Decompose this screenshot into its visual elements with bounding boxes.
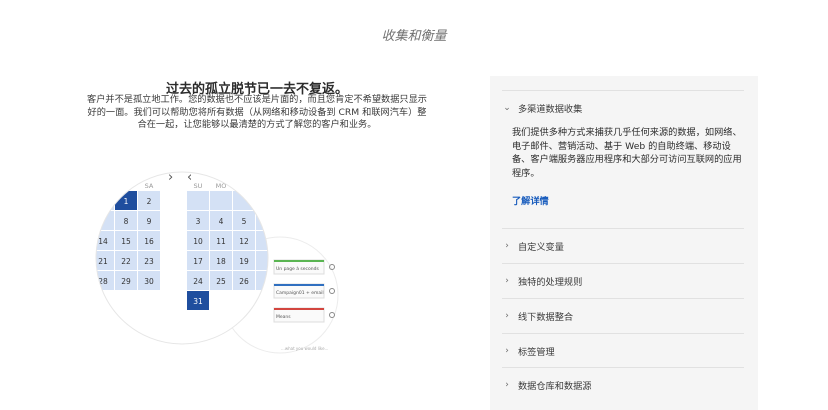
calendar-day: 25 bbox=[216, 277, 226, 286]
accordion-item[interactable]: › 独特的处理规则 bbox=[502, 263, 744, 298]
weekday-label: FR bbox=[122, 182, 131, 190]
calendar-day: 16 bbox=[144, 237, 154, 246]
calendar-day: 22 bbox=[121, 257, 131, 266]
feature-accordion: ⌄ 多渠道数据收集 我们提供多种方式来捕获几乎任何来源的数据，如网络、电子邮件、… bbox=[490, 76, 758, 410]
activity-card-accent bbox=[274, 284, 324, 286]
calendar-day: 4 bbox=[219, 217, 224, 226]
calendar-day: 8 bbox=[124, 217, 129, 226]
card-footer-hint: ...what you would like... bbox=[281, 346, 328, 351]
calendar-day: 21 bbox=[98, 257, 108, 266]
chevron-right-icon: › bbox=[505, 346, 509, 356]
section-eyebrow: 收集和衡量 bbox=[381, 29, 447, 44]
calendar-day: 11 bbox=[216, 237, 226, 246]
accordion-item-label: 数据仓库和数据源 bbox=[518, 381, 592, 392]
learn-more-link[interactable]: 了解详情 bbox=[512, 193, 549, 207]
left-body: 客户并不是孤立地工作。您的数据也不应该是片面的，而且您肯定不希望数据只显示好的一… bbox=[87, 94, 427, 130]
accordion-item-label: 多渠道数据收集 bbox=[518, 104, 583, 115]
accordion-item[interactable]: › 线下数据整合 bbox=[502, 298, 744, 333]
calendar-day: 31 bbox=[193, 297, 203, 306]
accordion-item[interactable]: › 数据仓库和数据源 bbox=[502, 367, 744, 402]
calendar-day: 23 bbox=[144, 257, 154, 266]
weekday-label: SU bbox=[194, 182, 203, 190]
calendar-day: 30 bbox=[144, 277, 154, 286]
activity-card-accent bbox=[274, 308, 324, 310]
calendar-cell bbox=[256, 191, 268, 210]
calendar-day: 18 bbox=[216, 257, 226, 266]
accordion-item[interactable]: › 标签管理 bbox=[502, 333, 744, 368]
accordion-item-label: 标签管理 bbox=[518, 347, 555, 358]
activity-card-text: Campaign01 + email bbox=[276, 290, 324, 296]
calendar-day: 24 bbox=[193, 277, 203, 286]
accordion-item-label: 自定义变量 bbox=[518, 242, 564, 253]
calendar-day: 5 bbox=[242, 217, 247, 226]
calendar-prev-arrow[interactable]: ‹ bbox=[187, 170, 192, 185]
accordion-description: 我们提供多种方式来捕获几乎任何来源的数据，如网络、电子邮件、营销活动、基于 We… bbox=[512, 127, 742, 179]
calendar-day: 15 bbox=[121, 237, 131, 246]
calendar-day: 17 bbox=[193, 257, 203, 266]
accordion-item[interactable]: › 自定义变量 bbox=[502, 228, 744, 263]
chevron-down-icon: ⌄ bbox=[503, 103, 511, 113]
activity-card-text: Un page à seconds bbox=[276, 265, 319, 272]
calendar-day: 1 bbox=[124, 197, 129, 206]
calendar-day: 19 bbox=[239, 257, 249, 266]
accordion-item-label: 线下数据整合 bbox=[518, 312, 574, 323]
chevron-right-icon: › bbox=[505, 241, 509, 251]
calendar-cell bbox=[96, 191, 114, 210]
chevron-right-icon: › bbox=[505, 276, 509, 286]
calendar-day: 29 bbox=[121, 277, 131, 286]
calendar-day: 14 bbox=[98, 237, 108, 246]
calendar-day: 26 bbox=[239, 277, 249, 286]
activity-card-text: Means bbox=[276, 314, 291, 320]
calendar-cell bbox=[96, 211, 114, 230]
activity-card-accent bbox=[274, 260, 324, 262]
weekday-label: SA bbox=[145, 182, 154, 190]
chevron-right-icon: › bbox=[505, 380, 509, 390]
accordion-item-label: 独特的处理规则 bbox=[518, 277, 583, 288]
calendar-day: 12 bbox=[239, 237, 249, 246]
weekday-label: TU bbox=[239, 182, 249, 190]
calendar-day: 10 bbox=[193, 237, 203, 246]
calendar-cell bbox=[210, 191, 232, 210]
calendar-day: 2 bbox=[147, 197, 152, 206]
calendar-illustration: Un page à seconds Campaign01 + email Means… bbox=[95, 170, 339, 354]
chevron-right-icon: › bbox=[505, 311, 509, 321]
weekday-label: TH bbox=[98, 182, 108, 190]
accordion-item-open[interactable]: ⌄ 多渠道数据收集 bbox=[502, 90, 744, 125]
calendar-next-arrow[interactable]: › bbox=[168, 170, 173, 185]
calendar-cell bbox=[187, 191, 209, 210]
calendar-day: 9 bbox=[147, 217, 152, 226]
calendar-day: 3 bbox=[196, 217, 201, 226]
